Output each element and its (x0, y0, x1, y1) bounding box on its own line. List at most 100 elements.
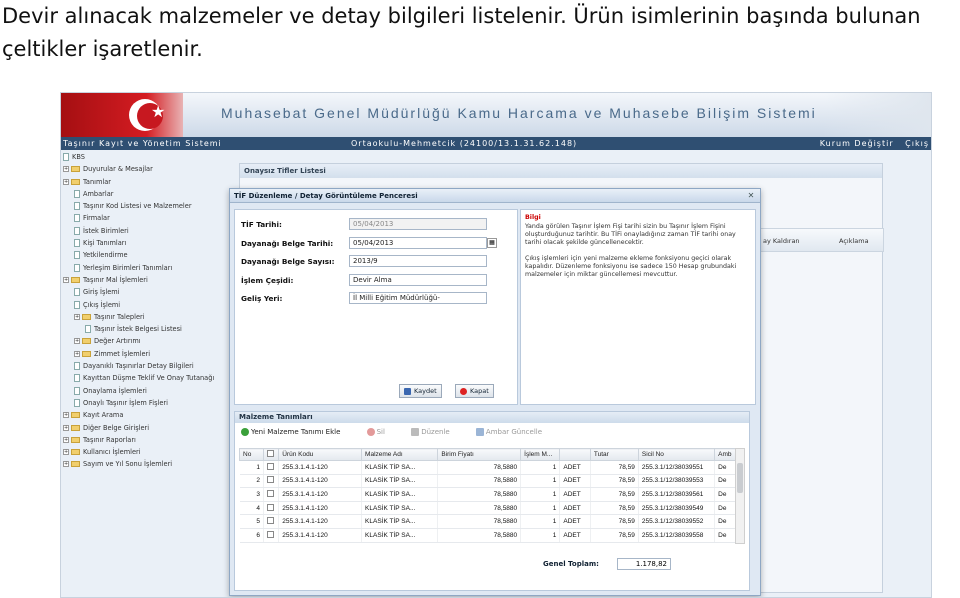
expand-icon[interactable]: + (63, 424, 69, 431)
tree-item[interactable]: Yerleşim Birimleri Tanımları (63, 262, 233, 274)
table-row[interactable]: 5 255.3.1.4.1-120 KLASİK TİP SA... 78,5880 1… (239, 514, 737, 529)
cancel-icon (460, 387, 467, 395)
tree-item[interactable]: KBS (63, 151, 233, 163)
tree-item[interactable]: + Sayım ve Yıl Sonu İşlemleri (63, 458, 233, 470)
tree-item[interactable]: + Taşınır Talepleri (63, 311, 233, 323)
column-header[interactable]: Ürün Kodu (278, 448, 363, 461)
update-warehouse-button[interactable]: Ambar Güncelle (475, 428, 554, 436)
expand-icon[interactable]: + (63, 276, 69, 283)
tree-item[interactable]: Kişi Tanımları (63, 237, 233, 249)
tree-item-label: Dayanıklı Taşınırlar Detay Bilgileri (83, 362, 194, 371)
add-material-button[interactable]: Yeni Malzeme Tanımı Ekle (241, 428, 352, 436)
tree-item[interactable]: + Taşınır Mal İşlemleri (63, 274, 233, 286)
calendar-icon[interactable]: ▦ (487, 237, 497, 248)
document-icon (74, 288, 80, 297)
edit-button[interactable]: Düzenle (411, 428, 462, 436)
tree-item-label: Onaylı Taşınır İşlem Fişleri (83, 398, 168, 407)
tree-item[interactable]: + Diğer Belge Girişleri (63, 422, 233, 434)
table-cell: 255.3.1.4.1-120 (278, 487, 363, 502)
info-paragraph: Çıkış işlemleri için yeni malzeme ekleme… (525, 255, 737, 278)
tree-item[interactable]: Firmalar (63, 212, 233, 224)
folder-icon (71, 436, 80, 443)
table-cell[interactable] (263, 528, 280, 543)
tree-item[interactable]: Çıkış İşlemi (63, 299, 233, 311)
row-checkbox[interactable] (266, 476, 274, 484)
table-cell[interactable] (263, 501, 280, 516)
tree-item[interactable]: + Kayıt Arama (63, 409, 233, 421)
save-button[interactable]: Kaydet (399, 384, 442, 398)
logout-link[interactable]: Çıkış (905, 139, 929, 148)
tree-item[interactable]: Taşınır İstek Belgesi Listesi (63, 323, 233, 335)
table-cell[interactable] (263, 474, 280, 489)
table-row[interactable]: 2 255.3.1.4.1-120 KLASİK TİP SA... 78,5880 1… (239, 474, 737, 489)
table-cell[interactable] (263, 514, 280, 529)
column-header[interactable]: Sicil No (637, 448, 716, 461)
close-button[interactable]: Kapat (455, 384, 494, 398)
column-header[interactable]: Birim Fiyatı (437, 448, 522, 461)
tree-item[interactable]: İstek Birimleri (63, 225, 233, 237)
expand-icon[interactable]: + (63, 461, 69, 468)
document-icon (74, 189, 80, 198)
tree-item[interactable]: + Duyurular & Mesajlar (63, 163, 233, 175)
tree-item[interactable]: Yetkilendirme (63, 249, 233, 261)
table-row[interactable]: 1 255.3.1.4.1-120 KLASİK TİP SA... 78,5880 1… (239, 460, 737, 475)
select-all-checkbox[interactable] (266, 450, 274, 457)
folder-icon (71, 276, 80, 283)
tree-item[interactable]: Giriş İşlemi (63, 286, 233, 298)
change-institution-link[interactable]: Kurum Değiştir (820, 139, 894, 148)
column-header[interactable]: İşlem M... (520, 448, 561, 461)
row-checkbox[interactable] (266, 503, 274, 511)
table-scrollbar[interactable] (735, 448, 745, 544)
row-checkbox[interactable] (266, 530, 274, 538)
table-row[interactable]: 6 255.3.1.4.1-120 KLASİK TİP SA... 78,5880 1… (239, 528, 737, 543)
tree-item[interactable]: Taşınır Kod Listesi ve Malzemeler (63, 200, 233, 212)
expand-icon[interactable]: + (63, 412, 69, 419)
column-header[interactable]: ay Kaldıran (763, 237, 800, 245)
tree-item[interactable]: + Zimmet İşlemleri (63, 348, 233, 360)
expand-icon[interactable]: + (63, 178, 69, 185)
column-header[interactable]: Açıklama (839, 237, 869, 245)
tree-item[interactable]: Dayanıklı Taşınırlar Detay Bilgileri (63, 360, 233, 372)
tree-item[interactable]: Kayıttan Düşme Teklif Ve Onay Tutanağı (63, 372, 233, 384)
expand-icon[interactable]: + (74, 313, 80, 320)
delete-icon (366, 428, 375, 436)
row-checkbox[interactable] (266, 489, 274, 497)
table-row[interactable]: 4 255.3.1.4.1-120 KLASİK TİP SA... 78,5880 1… (239, 501, 737, 516)
field-input[interactable]: 05/04/2013 (349, 218, 487, 230)
tree-item[interactable]: + Kullanıcı İşlemleri (63, 446, 233, 458)
tree-item[interactable]: Onaylama İşlemleri (63, 385, 233, 397)
close-icon[interactable]: ✕ (746, 191, 756, 201)
table-cell: 2 (239, 474, 264, 489)
expand-icon[interactable]: + (74, 350, 80, 357)
row-checkbox[interactable] (266, 462, 274, 470)
expand-icon[interactable]: + (63, 449, 69, 456)
field-input[interactable]: 05/04/2013 (349, 236, 487, 249)
tree-item[interactable]: Ambarlar (63, 188, 233, 200)
column-header[interactable]: Malzeme Adı (361, 448, 439, 461)
field-input[interactable]: 2013/9 (349, 255, 487, 267)
document-icon (74, 202, 80, 211)
tree-item[interactable]: + Tanımlar (63, 176, 233, 188)
table-cell[interactable] (263, 487, 280, 502)
tree-item[interactable]: + Taşınır Raporları (63, 434, 233, 446)
field-input[interactable]: Devir Alma (349, 273, 487, 286)
column-header[interactable]: Amb (714, 448, 737, 461)
table-cell: ADET (559, 528, 591, 543)
tree-item[interactable]: + Değer Artırımı (63, 335, 233, 347)
column-header[interactable]: No (239, 448, 264, 461)
column-header[interactable]: Tutar (589, 448, 639, 461)
tree-item-label: Duyurular & Mesajlar (83, 165, 153, 174)
table-row[interactable]: 3 255.3.1.4.1-120 KLASİK TİP SA... 78,5880 1… (239, 487, 737, 502)
expand-icon[interactable]: + (74, 338, 80, 345)
delete-button[interactable]: Sil (366, 428, 397, 436)
row-checkbox[interactable] (266, 517, 274, 525)
tree-item[interactable]: Onaylı Taşınır İşlem Fişleri (63, 397, 233, 409)
field-input[interactable]: İl Milli Eğitim Müdürlüğü- (349, 292, 487, 304)
tif-edit-dialog: TİF Düzenleme / Detay Görüntüleme Pencer… (229, 188, 761, 596)
expand-icon[interactable]: + (63, 166, 69, 173)
table-cell[interactable] (263, 460, 280, 475)
column-header[interactable] (262, 448, 280, 461)
tree-item-label: Taşınır İstek Belgesi Listesi (94, 325, 182, 334)
column-header[interactable] (559, 448, 591, 461)
expand-icon[interactable]: + (63, 436, 69, 443)
